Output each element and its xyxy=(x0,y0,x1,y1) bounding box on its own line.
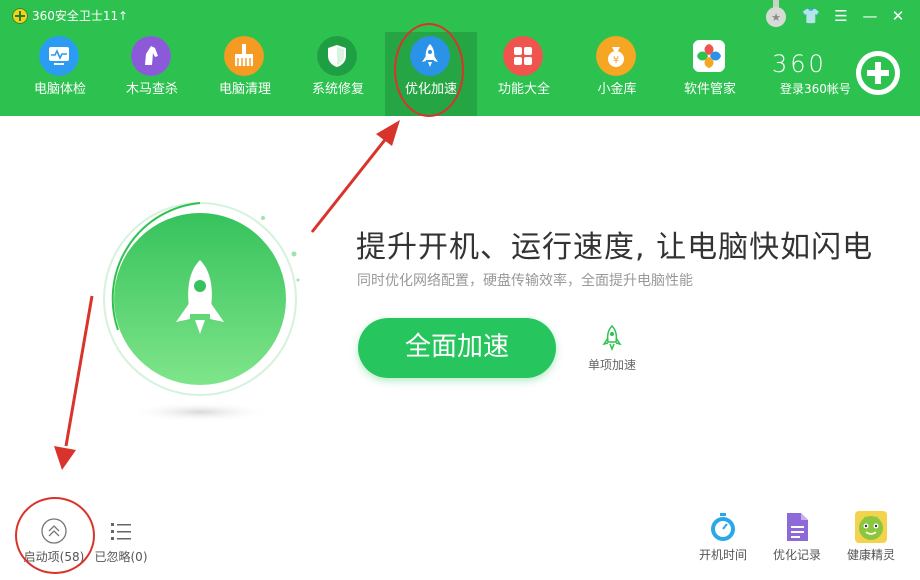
nav-item-treasury[interactable]: ¥ 小金库 xyxy=(571,32,663,116)
monitor-check-icon xyxy=(39,36,79,76)
full-boost-button[interactable]: 全面加速 xyxy=(358,318,556,378)
nav-label: 木马查杀 xyxy=(125,82,178,97)
boot-time-button[interactable]: 开机时间 xyxy=(694,512,752,563)
login-link[interactable]: 登录360帐号 xyxy=(780,80,851,97)
ignored-items-label: 已忽略(0) xyxy=(94,550,148,564)
menu-icon[interactable]: ☰ xyxy=(829,6,853,26)
hero-subline: 同时优化网络配置，硬盘传输效率，全面提升电脑性能 xyxy=(357,273,693,289)
hero-headline: 提升开机、运行速度, 让电脑快如闪电 xyxy=(356,230,874,265)
rocket-outline-icon xyxy=(602,324,622,352)
close-icon[interactable]: ✕ xyxy=(886,6,910,26)
nav-label: 软件管家 xyxy=(683,82,736,97)
nav-item-system-repair[interactable]: 系统修复 xyxy=(292,32,384,116)
nav-item-feature-center[interactable]: 功能大全 xyxy=(478,32,570,116)
optimize-history-label: 优化记录 xyxy=(772,548,821,562)
minimize-icon[interactable]: — xyxy=(858,6,882,26)
stopwatch-icon xyxy=(711,513,735,541)
grid-icon xyxy=(503,36,543,76)
horse-icon xyxy=(131,36,171,76)
annotation-circle-nav xyxy=(394,23,464,117)
svg-text:¥: ¥ xyxy=(613,55,619,66)
upgrade-arrow-icon[interactable]: ↑ xyxy=(118,8,128,24)
ignored-items-button[interactable]: 已忽略(0) xyxy=(92,518,150,565)
nav-label: 电脑体检 xyxy=(33,82,86,97)
nav-item-software-manager[interactable]: 软件管家 xyxy=(664,32,756,116)
shield-icon xyxy=(317,36,357,76)
rocket-hero-icon xyxy=(103,202,300,422)
app-logo-icon xyxy=(12,8,28,24)
app-title: 360安全卫士11 xyxy=(32,9,119,23)
single-boost-label: 单项加速 xyxy=(587,358,636,372)
nav-item-pc-checkup[interactable]: 电脑体检 xyxy=(14,32,106,116)
title-bar: 360安全卫士11 ↑ ★ 👕 ☰ — ✕ xyxy=(0,0,920,32)
health-sprite-label: 健康精灵 xyxy=(846,548,895,562)
nav-label: 小金库 xyxy=(597,82,637,97)
optimize-history-button[interactable]: 优化记录 xyxy=(768,512,826,563)
apps-icon xyxy=(693,40,725,72)
nav-label: 电脑清理 xyxy=(218,82,271,97)
svg-text:★: ★ xyxy=(771,11,781,24)
boot-time-label: 开机时间 xyxy=(698,548,747,562)
list-icon xyxy=(111,523,131,540)
plus-logo-icon[interactable] xyxy=(856,51,900,95)
broom-icon xyxy=(224,36,264,76)
nav-label: 系统修复 xyxy=(311,82,364,97)
brand-logo: 360 xyxy=(772,50,827,78)
nav-item-trojan-scan[interactable]: 木马查杀 xyxy=(106,32,198,116)
nav-label: 功能大全 xyxy=(497,82,550,97)
health-sprite-button[interactable]: 健康精灵 xyxy=(842,510,900,563)
annotation-circle-startup xyxy=(15,497,95,574)
medal-icon[interactable]: ★ xyxy=(765,0,787,28)
sprite-icon xyxy=(855,511,887,543)
skin-icon[interactable]: 👕 xyxy=(799,6,823,26)
money-bag-icon: ¥ xyxy=(596,36,636,76)
document-icon xyxy=(787,513,808,541)
nav-item-pc-cleanup[interactable]: 电脑清理 xyxy=(199,32,291,116)
